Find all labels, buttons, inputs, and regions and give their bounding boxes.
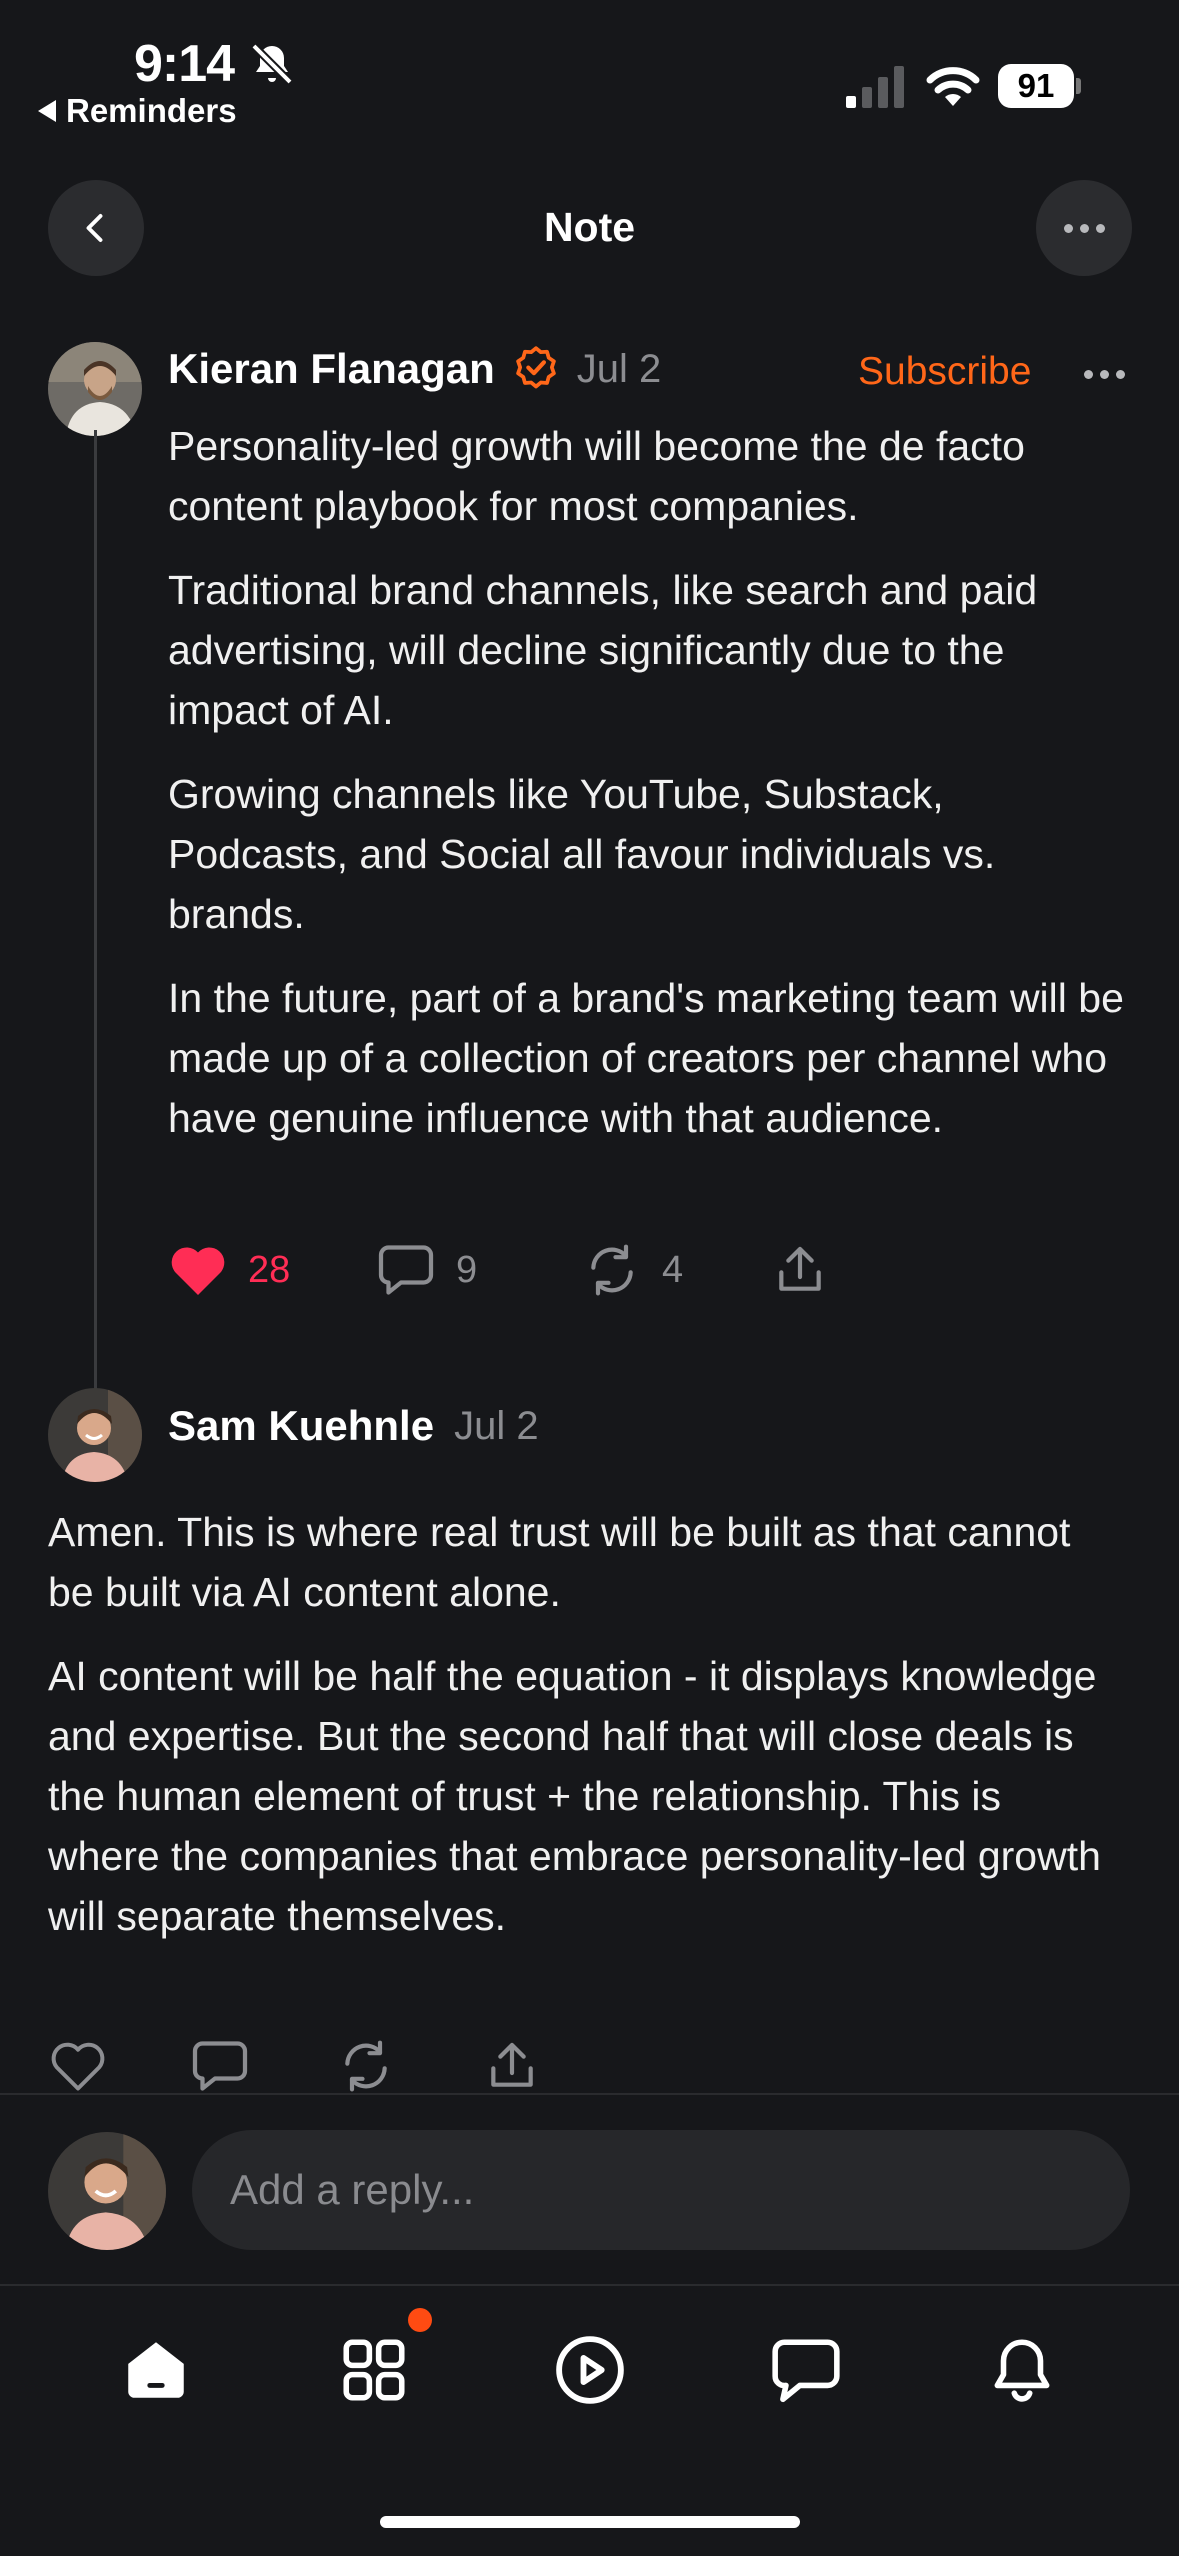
- restack-button[interactable]: 4: [582, 1242, 683, 1298]
- tab-videos[interactable]: [542, 2322, 638, 2418]
- post-paragraph: Growing channels like YouTube, Substack,…: [168, 771, 996, 937]
- tab-home[interactable]: [108, 2322, 204, 2418]
- tab-explore[interactable]: [326, 2322, 422, 2418]
- share-icon[interactable]: [482, 2038, 542, 2094]
- back-app-label: Reminders: [66, 92, 237, 129]
- chat-icon: [772, 2339, 840, 2403]
- subscribe-button[interactable]: Subscribe: [858, 350, 1031, 394]
- current-user-avatar: [48, 2132, 166, 2250]
- reply-body: Amen. This is where real trust will be b…: [48, 1502, 1108, 1970]
- tabbar-divider: [0, 2284, 1179, 2286]
- bell-icon: [994, 2339, 1050, 2402]
- share-icon: [779, 1246, 821, 1291]
- reply-header: Sam Kuehnle Jul 2: [168, 1402, 539, 1450]
- restack-icon[interactable]: [336, 2038, 396, 2094]
- reply-author-avatar[interactable]: [48, 1388, 142, 1482]
- wifi-icon: [926, 67, 980, 106]
- post-paragraph: Personality-led growth will become the d…: [168, 423, 1025, 529]
- composer-divider: [0, 2093, 1179, 2095]
- share-button[interactable]: [770, 1242, 830, 1298]
- like-count: 28: [248, 1248, 291, 1291]
- battery-indicator: 91: [998, 64, 1074, 108]
- post-date: Jul 2: [576, 346, 662, 391]
- post-header: Kieran Flanagan Jul 2: [168, 344, 661, 394]
- reply-paragraph: Amen. This is where real trust will be b…: [48, 1509, 1071, 1615]
- heart-icon[interactable]: [48, 2038, 108, 2094]
- reply-author-name[interactable]: Sam Kuehnle: [168, 1402, 434, 1450]
- page-title: Note: [543, 204, 636, 250]
- post-more-button[interactable]: [1084, 370, 1125, 379]
- grid-icon: [343, 2339, 405, 2401]
- reply-input[interactable]: Add a reply...: [192, 2130, 1130, 2250]
- post-paragraph: In the future, part of a brand's marketi…: [168, 975, 1124, 1141]
- bell-slash-icon: [251, 43, 293, 85]
- play-icon: [556, 2336, 624, 2404]
- author-avatar[interactable]: [48, 342, 142, 436]
- comment-button[interactable]: 9: [376, 1242, 477, 1298]
- status-time: 9:14: [134, 35, 235, 93]
- ellipsis-icon: [1063, 223, 1105, 233]
- reply-actions: [48, 2034, 1179, 2096]
- verified-icon: [515, 346, 556, 389]
- restack-count: 4: [662, 1248, 684, 1291]
- reply-date: Jul 2: [454, 1403, 539, 1448]
- tab-chat[interactable]: [758, 2322, 854, 2418]
- post-author-name[interactable]: Kieran Flanagan: [168, 345, 495, 393]
- comment-count: 9: [456, 1248, 478, 1291]
- thread-line: [94, 430, 97, 1390]
- home-indicator: [380, 2516, 800, 2528]
- notification-dot: [408, 2308, 432, 2332]
- comment-icon[interactable]: [190, 2038, 250, 2094]
- home-icon: [128, 2342, 184, 2398]
- heart-icon: [171, 1247, 225, 1295]
- like-button[interactable]: 28: [168, 1242, 290, 1298]
- comment-icon: [378, 1245, 434, 1295]
- post-paragraph: Traditional brand channels, like search …: [168, 567, 1038, 733]
- tab-notifications[interactable]: [974, 2322, 1070, 2418]
- signal-icon: [846, 66, 904, 108]
- battery-tip: [1076, 78, 1081, 94]
- restack-icon: [591, 1244, 633, 1296]
- post-body: Personality-led growth will become the d…: [168, 416, 1128, 1172]
- reply-paragraph: AI content will be half the equation - i…: [48, 1653, 1101, 1939]
- back-to-app-link[interactable]: Reminders: [38, 92, 237, 130]
- more-options-button[interactable]: [1036, 180, 1132, 276]
- back-triangle-icon: [38, 100, 56, 122]
